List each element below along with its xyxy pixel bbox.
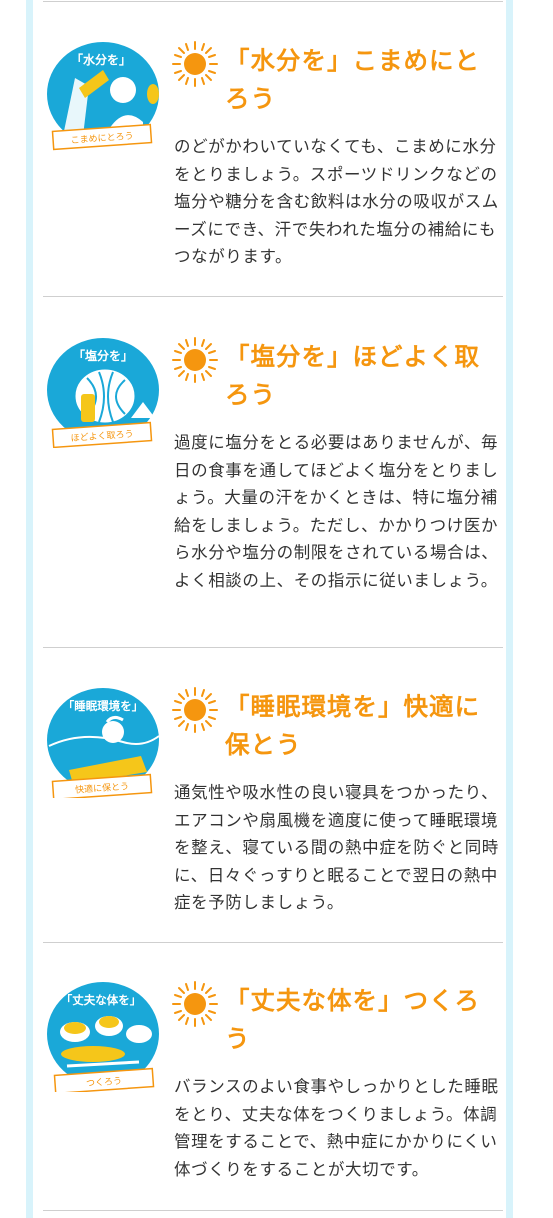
- tip-title: 「睡眠環境を」快適に保とう: [225, 692, 480, 759]
- sun-icon: [171, 980, 219, 1028]
- divider: [43, 1, 503, 2]
- content-frame: 「水分を」 こまめにとろう 「水分を」こまめにとろう のどがかわいていなくても、…: [26, 0, 513, 1218]
- meal-illustration: 「丈夫な体を」 つくろう: [43, 980, 163, 1092]
- sleep-illustration: 「睡眠環境を」 快適に保とう: [43, 686, 163, 798]
- drink-illustration: 「水分を」 こまめにとろう: [43, 40, 163, 152]
- illustration-label: 「水分を」: [71, 52, 131, 67]
- sun-icon: [171, 686, 219, 734]
- tip-body: のどがかわいていなくても、こまめに水分をとりましょう。スポーツドリンクなどの塩分…: [174, 137, 499, 266]
- illustration-label: 「丈夫な体を」: [61, 993, 142, 1007]
- tip-title: 「塩分を」ほどよく取ろう: [225, 342, 480, 409]
- tip-title: 「水分を」こまめにとろう: [225, 46, 480, 113]
- divider: [43, 1210, 503, 1211]
- illustration-label: 「睡眠環境を」: [63, 699, 144, 713]
- sun-icon: [171, 40, 219, 88]
- tip-title: 「丈夫な体を」つくろう: [225, 986, 480, 1053]
- divider: [43, 296, 503, 297]
- divider: [43, 647, 503, 648]
- sun-icon: [171, 336, 219, 384]
- tip-body: バランスのよい食事やしっかりとした睡眠をとり、丈夫な体をつくりましょう。体調管理…: [174, 1077, 499, 1179]
- tip-body: 通気性や吸水性の良い寝具をつかったり、エアコンや扇風機を適度に使って睡眠環境を整…: [174, 783, 499, 912]
- salt-illustration: 「塩分を」 ほどよく取ろう: [43, 336, 163, 448]
- illustration-label: 「塩分を」: [73, 348, 133, 363]
- tip-body: 過度に塩分をとる必要はありませんが、毎日の食事を通してほどよく塩分をとりましょう…: [174, 433, 499, 590]
- divider: [43, 942, 503, 943]
